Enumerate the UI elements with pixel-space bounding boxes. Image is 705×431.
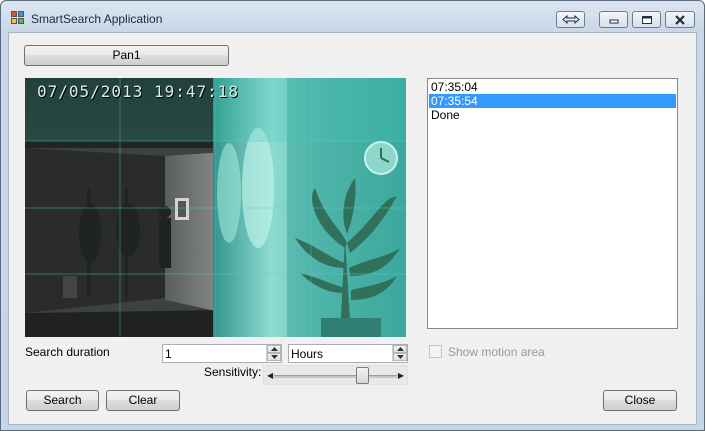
list-item[interactable]: Done: [429, 108, 676, 122]
clear-button[interactable]: Clear: [106, 390, 180, 411]
show-motion-area-label: Show motion area: [448, 345, 545, 359]
show-motion-area-checkbox[interactable]: [429, 345, 442, 358]
list-item[interactable]: 07:35:04: [429, 80, 676, 94]
minimize-button[interactable]: [599, 11, 628, 28]
close-button[interactable]: Close: [603, 390, 677, 411]
slider-groove: [274, 375, 397, 378]
close-icon: [675, 14, 685, 25]
client-area: Pan1 07/05/2013 19:47:18 07:35:04 07:35:…: [8, 32, 697, 425]
search-button[interactable]: Search: [26, 390, 99, 411]
duration-value: 1: [165, 347, 172, 361]
slider-thumb[interactable]: [356, 367, 369, 384]
swap-icon: [561, 15, 580, 24]
results-list[interactable]: 07:35:04 07:35:54 Done: [427, 78, 678, 329]
scroll-left-icon[interactable]: ◀: [267, 371, 273, 380]
minimize-icon: [609, 19, 618, 24]
search-duration-label: Search duration: [25, 345, 110, 359]
unit-spinner[interactable]: Hours: [288, 344, 408, 363]
maximize-button[interactable]: [632, 11, 661, 28]
duration-spinner-arrows[interactable]: [266, 345, 281, 362]
spin-down-icon[interactable]: [393, 353, 407, 361]
spin-up-icon[interactable]: [267, 345, 281, 353]
app-icon: [11, 11, 25, 25]
sensitivity-slider[interactable]: ◀ ▶: [263, 365, 408, 385]
video-timestamp: 07/05/2013 19:47:18: [37, 82, 240, 101]
camera-scene-image: [25, 78, 406, 337]
title-bar[interactable]: SmartSearch Application: [1, 1, 704, 35]
pan-button[interactable]: Pan1: [24, 45, 229, 66]
swap-button[interactable]: [556, 11, 585, 28]
close-window-button[interactable]: [665, 11, 695, 28]
duration-spinner[interactable]: 1: [162, 344, 282, 363]
window-title: SmartSearch Application: [31, 12, 163, 26]
unit-spinner-arrows[interactable]: [392, 345, 407, 362]
sensitivity-label: Sensitivity:: [204, 365, 262, 379]
scroll-right-icon[interactable]: ▶: [398, 371, 404, 380]
spin-up-icon[interactable]: [393, 345, 407, 353]
unit-value: Hours: [291, 347, 324, 361]
video-frame: 07/05/2013 19:47:18: [25, 78, 406, 337]
app-window: SmartSearch Application Pan1 07/05/2013 …: [0, 0, 705, 431]
list-item-selected[interactable]: 07:35:54: [429, 94, 676, 108]
maximize-icon: [641, 15, 652, 24]
spin-down-icon[interactable]: [267, 353, 281, 361]
